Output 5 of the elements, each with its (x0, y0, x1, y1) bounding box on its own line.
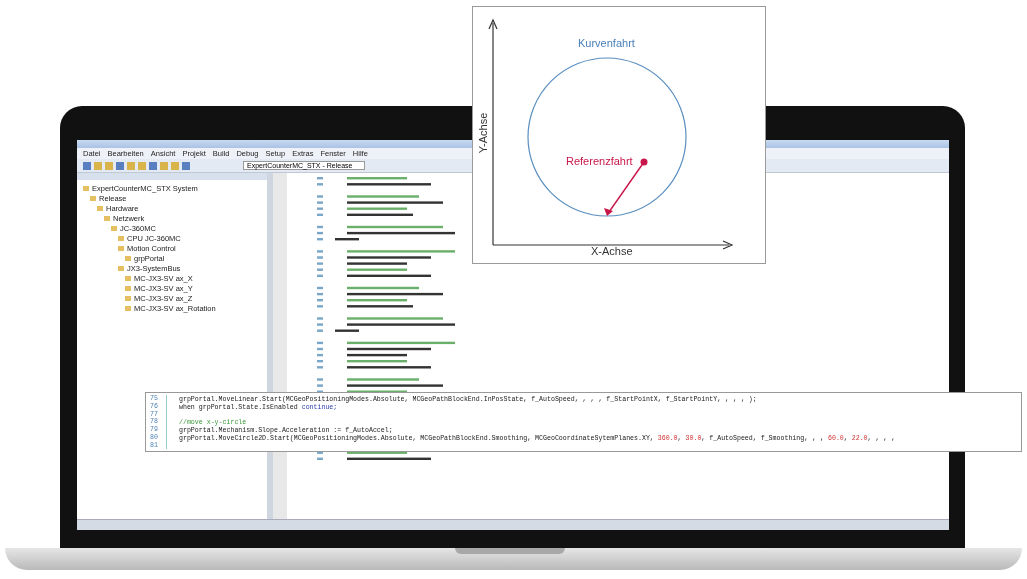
curve-label: Kurvenfahrt (578, 37, 635, 49)
toolbar-icons-drawing[interactable] (83, 161, 193, 170)
reference-label: Referenzfahrt (566, 155, 633, 167)
x-axis-label: X-Achse (591, 245, 633, 257)
y-axis-label: Y-Achse (477, 112, 490, 154)
